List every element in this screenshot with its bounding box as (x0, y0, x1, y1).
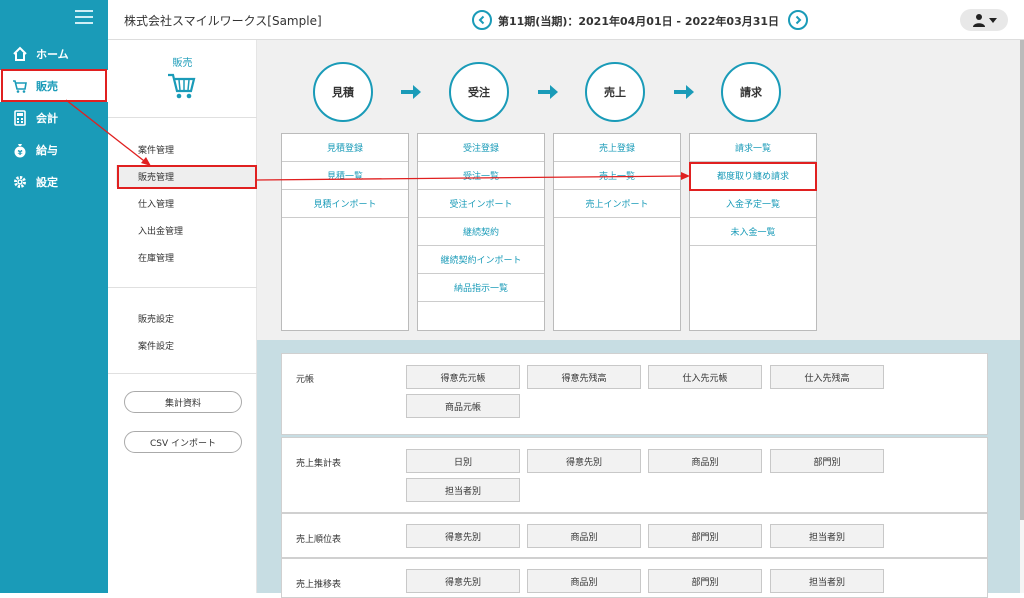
top-header: 株式会社スマイルワークス[Sample] 第11期(当期)：2021年04月01… (108, 0, 1024, 40)
divider (108, 373, 257, 374)
company-name: 株式会社スマイルワークス[Sample] (124, 14, 322, 28)
report-button[interactable]: 部門別 (648, 524, 762, 548)
link-unpaid-list[interactable]: 未入金一覧 (690, 218, 816, 246)
report-button[interactable]: 部門別 (770, 449, 884, 473)
nav-label: 給与 (36, 144, 58, 157)
divider (108, 117, 257, 118)
hamburger-icon[interactable] (75, 10, 93, 24)
report-label: 元帳 (296, 375, 315, 385)
user-menu-button[interactable] (960, 9, 1008, 31)
report-button[interactable]: 商品別 (527, 569, 641, 593)
link-invoice-list[interactable]: 請求一覧 (690, 134, 816, 162)
nav-item-settings[interactable]: 設定 (0, 166, 108, 198)
report-button[interactable]: 商品別 (648, 449, 762, 473)
summary-reports-button[interactable]: 集計資料 (124, 391, 242, 413)
link-payment-schedule[interactable]: 入金予定一覧 (690, 190, 816, 218)
stage-sales: 売上 (585, 62, 645, 122)
arrow-right-icon (401, 85, 421, 99)
report-button[interactable]: 仕入先元帳 (648, 365, 762, 389)
nav-item-accounting[interactable]: 会計 (0, 102, 108, 134)
money-bag-icon: ¥ (12, 142, 28, 158)
report-label: 売上順位表 (296, 535, 342, 545)
sales-column: 売上登録 売上一覧 売上インポート (553, 133, 681, 331)
link-order-register[interactable]: 受注登録 (418, 134, 544, 162)
submenu-link-project-settings[interactable]: 案件設定 (122, 334, 257, 356)
report-button[interactable]: 得意先別 (527, 449, 641, 473)
nav-label: 会計 (36, 112, 58, 125)
reports-panel: 元帳 得意先元帳 得意先残高 仕入先元帳 仕入先残高 商品元帳 売上集計表 日別… (257, 340, 1020, 598)
arrow-right-icon (538, 85, 558, 99)
nav-item-payroll[interactable]: ¥ 給与 (0, 134, 108, 166)
report-button[interactable]: 商品別 (527, 524, 641, 548)
link-estimate-register[interactable]: 見積登録 (282, 134, 408, 162)
link-order-list[interactable]: 受注一覧 (418, 162, 544, 190)
highlight-box-sales-management (117, 165, 257, 189)
link-recurring-contract-import[interactable]: 継続契約インポート (418, 246, 544, 274)
report-button[interactable]: 得意先残高 (527, 365, 641, 389)
chevron-left-icon (478, 15, 485, 25)
estimate-column: 見積登録 見積一覧 見積インポート (281, 133, 409, 331)
submenu-link-inventory[interactable]: 在庫管理 (122, 246, 257, 268)
next-period-button[interactable] (788, 10, 808, 30)
scrollbar-thumb[interactable] (1020, 40, 1024, 520)
calculator-icon (12, 110, 28, 126)
sales-submenu: 販売 案件管理 販売管理 仕入管理 入出金管理 在庫管理 販売設定 案件設定 集… (108, 40, 257, 593)
highlight-box-sales-nav (1, 69, 107, 102)
report-card-sales-summary: 売上集計表 日別 得意先別 商品別 部門別 担当者別 (281, 437, 988, 513)
submenu-link-purchasing[interactable]: 仕入管理 (122, 192, 257, 214)
report-button[interactable]: 日別 (406, 449, 520, 473)
cart-icon (166, 70, 196, 103)
nav-item-home[interactable]: ホーム (0, 38, 108, 70)
report-label: 売上推移表 (296, 580, 342, 590)
caret-down-icon (988, 18, 997, 23)
link-delivery-instructions[interactable]: 納品指示一覧 (418, 274, 544, 302)
user-icon (972, 14, 985, 27)
order-column: 受注登録 受注一覧 受注インポート 継続契約 継続契約インポート 納品指示一覧 (417, 133, 545, 331)
link-sales-register[interactable]: 売上登録 (554, 134, 680, 162)
highlight-box-consolidated-billing (689, 162, 817, 191)
fiscal-period: 第11期(当期)：2021年04月01日 - 2022年03月31日 (498, 15, 780, 28)
report-button[interactable]: 担当者別 (770, 524, 884, 548)
divider (108, 287, 257, 288)
svg-text:¥: ¥ (18, 149, 23, 157)
link-order-import[interactable]: 受注インポート (418, 190, 544, 218)
submenu-title: 販売 (172, 58, 193, 69)
stage-order: 受注 (449, 62, 509, 122)
csv-import-button[interactable]: CSV インポート (124, 431, 242, 453)
report-button[interactable]: 商品元帳 (406, 394, 520, 418)
link-recurring-contract[interactable]: 継続契約 (418, 218, 544, 246)
submenu-link-sales-settings[interactable]: 販売設定 (122, 307, 257, 329)
report-card-ledger: 元帳 得意先元帳 得意先残高 仕入先元帳 仕入先残高 商品元帳 (281, 353, 988, 435)
submenu-link-cash[interactable]: 入出金管理 (122, 219, 257, 241)
link-sales-import[interactable]: 売上インポート (554, 190, 680, 218)
report-label: 売上集計表 (296, 459, 342, 469)
home-icon (12, 46, 28, 62)
report-button[interactable]: 担当者別 (770, 569, 884, 593)
report-button[interactable]: 仕入先残高 (770, 365, 884, 389)
nav-label: 設定 (36, 176, 58, 189)
link-sales-list[interactable]: 売上一覧 (554, 162, 680, 190)
report-button[interactable]: 得意先元帳 (406, 365, 520, 389)
link-estimate-list[interactable]: 見積一覧 (282, 162, 408, 190)
stage-estimate: 見積 (313, 62, 373, 122)
previous-period-button[interactable] (472, 10, 492, 30)
sales-flow-panel: 見積 受注 売上 請求 見積登録 見積一覧 見積インポート 受注登録 受注一覧 … (257, 40, 1020, 340)
report-card-sales-ranking: 売上順位表 得意先別 商品別 部門別 担当者別 (281, 513, 988, 558)
chevron-right-icon (795, 15, 802, 25)
arrow-right-icon (674, 85, 694, 99)
report-card-sales-trend: 売上推移表 得意先別 商品別 部門別 担当者別 (281, 558, 988, 598)
submenu-link-projects[interactable]: 案件管理 (122, 138, 257, 160)
gear-icon (12, 174, 28, 190)
link-estimate-import[interactable]: 見積インポート (282, 190, 408, 218)
report-button[interactable]: 担当者別 (406, 478, 520, 502)
report-button[interactable]: 得意先別 (406, 569, 520, 593)
report-button[interactable]: 得意先別 (406, 524, 520, 548)
report-button[interactable]: 部門別 (648, 569, 762, 593)
stage-billing: 請求 (721, 62, 781, 122)
nav-label: ホーム (36, 48, 69, 61)
